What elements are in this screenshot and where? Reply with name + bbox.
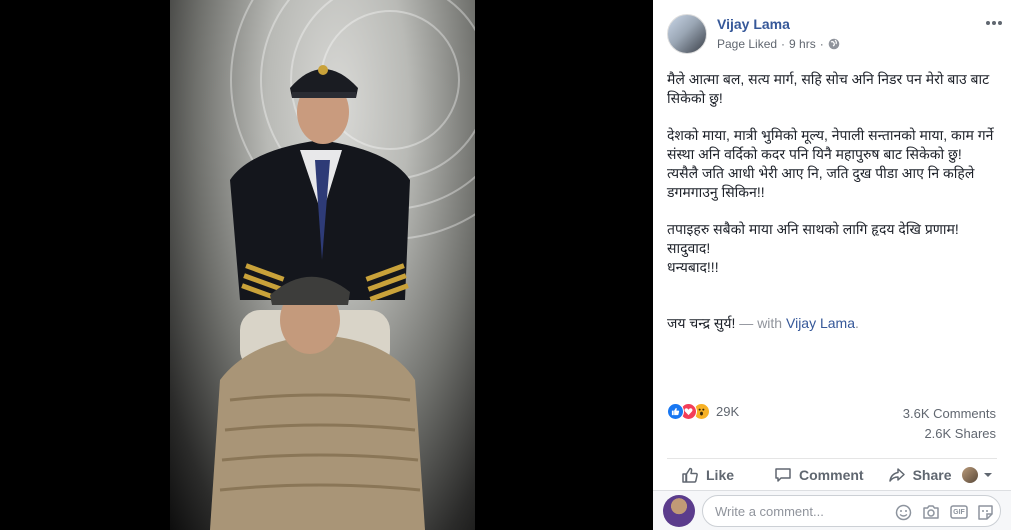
commenter-avatar [663,495,695,527]
post-text: मैले आत्मा बल, सत्य मार्ग, सहि सोच अनि न… [667,70,997,351]
reaction-summary[interactable]: 29K [667,402,739,420]
like-button[interactable]: Like [681,459,734,491]
sticker-icon[interactable] [975,502,995,522]
shares-count[interactable]: 2.6K Shares [924,426,996,441]
chevron-down-icon [983,470,993,480]
viewer-avatar [962,466,978,483]
post-as-selector[interactable] [962,466,993,483]
comment-placeholder: Write a comment... [715,504,824,519]
post-signoff: जय चन्द्र सुर्य! — with Vijay Lama. [667,295,997,333]
post-actions: Like Comment Share [667,458,997,490]
with-end: . [855,315,859,331]
tagged-person-link[interactable]: Vijay Lama [786,315,855,331]
page-liked-label: Page Liked [717,37,778,51]
post-timestamp[interactable]: 9 hrs [789,37,816,51]
emoji-icon[interactable] [893,502,913,522]
photo-viewer [0,0,653,530]
comment-label: Comment [799,466,864,483]
camera-icon[interactable] [921,502,941,522]
post-header: Vijay Lama Page Liked · 9 hrs · [667,12,1003,56]
signoff-text: जय चन्द्र सुर्य! [667,315,736,331]
speech-bubble-icon [774,466,792,484]
post-paragraph: त्यसैलै जति आधी भेरी आए नि, जति दुख पीडा… [667,165,975,200]
comments-count[interactable]: 3.6K Comments [903,406,996,421]
post-side-panel: Vijay Lama Page Liked · 9 hrs · मैले आत्… [653,0,1011,530]
post-photo [170,0,475,530]
post-meta: Page Liked · 9 hrs · [717,37,840,51]
gif-label: GIF [953,508,965,516]
meta-separator: · [781,37,786,51]
comment-composer: Write a comment... GIF [653,490,1011,530]
share-button[interactable]: Share [888,459,952,491]
author-avatar[interactable] [667,14,707,54]
post-paragraph: मैले आत्मा बल, सत्य मार्ग, सहि सोच अनि न… [667,71,990,106]
globe-icon[interactable] [828,38,840,50]
reaction-count[interactable]: 29K [716,404,739,419]
thumbs-up-icon [681,466,699,484]
post-paragraph: देशको माया, मात्री भुमिको मूल्य, नेपाली … [667,127,994,162]
share-label: Share [912,466,952,483]
comment-button[interactable]: Comment [774,459,864,491]
meta-separator: · [819,37,824,51]
like-label: Like [706,466,735,483]
share-arrow-icon [888,466,906,484]
post-paragraph: तपाइहरु सबैको माया अनि साथको लागि हृदय द… [667,221,959,275]
author-name[interactable]: Vijay Lama [717,16,790,32]
more-options-icon[interactable] [985,14,1003,35]
like-reaction-icon [667,402,684,420]
with-label: — with [735,315,786,331]
gif-icon[interactable]: GIF [949,502,969,522]
comment-input[interactable]: Write a comment... GIF [702,495,1001,527]
